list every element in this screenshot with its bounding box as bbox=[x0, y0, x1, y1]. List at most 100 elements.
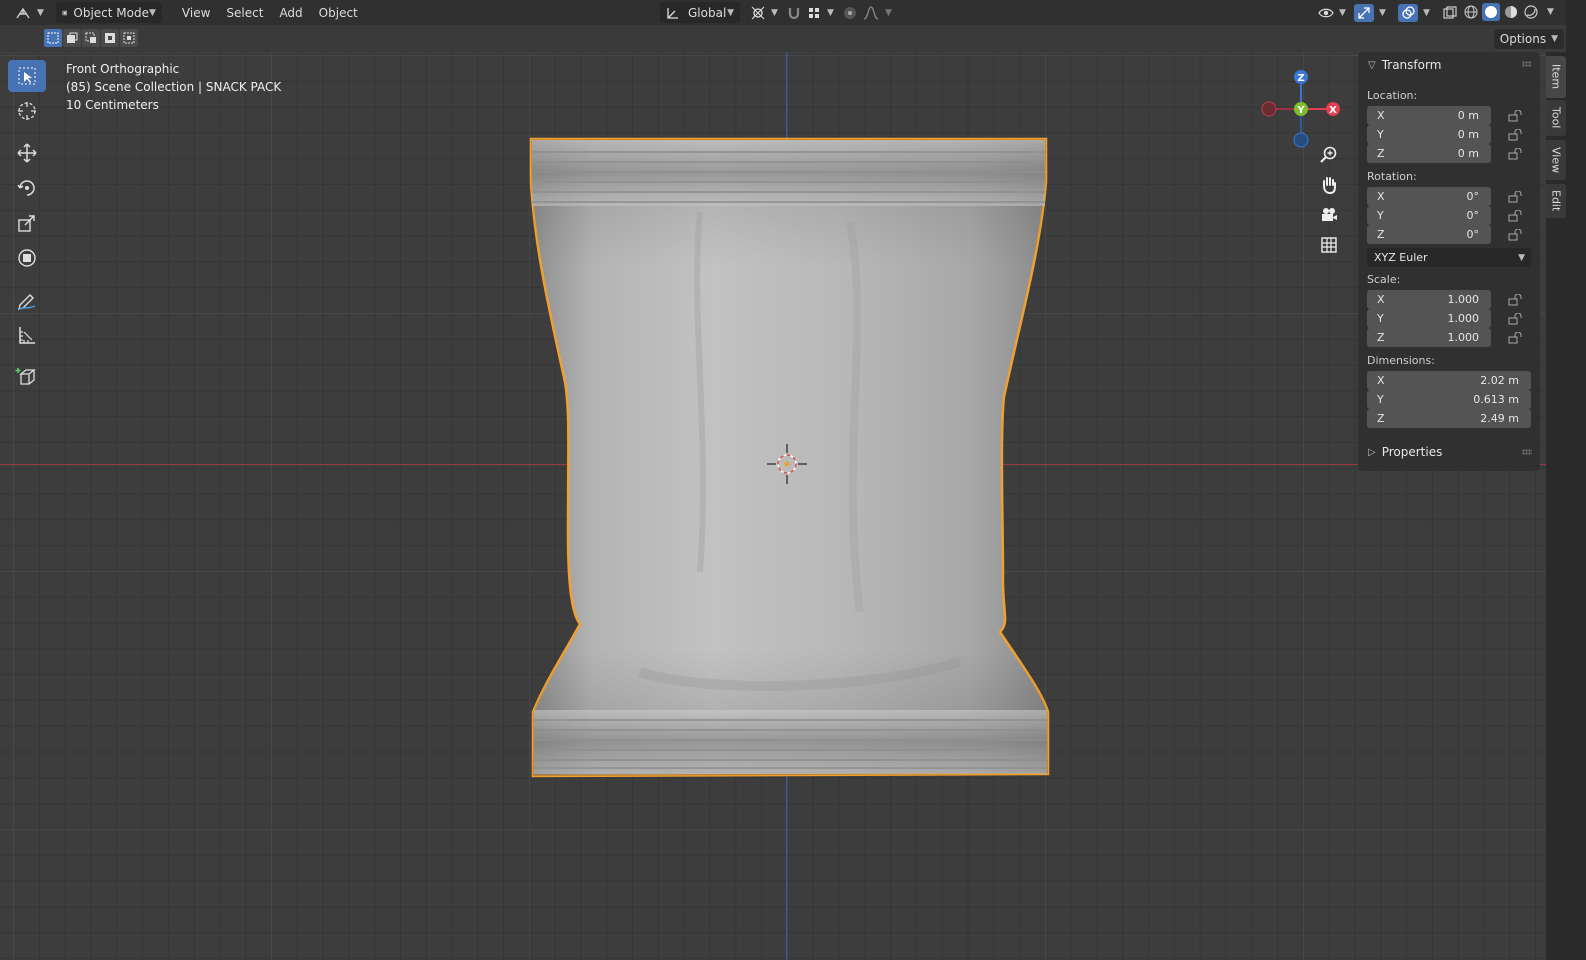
wireframe-shading-button[interactable] bbox=[1462, 3, 1480, 21]
gizmo-y-label: Y bbox=[1296, 105, 1305, 116]
sidebar-tabs: Item Tool View Edit bbox=[1546, 52, 1566, 960]
snap-group[interactable]: ▼ bbox=[780, 2, 840, 23]
editor-type-button[interactable]: ▼ bbox=[8, 2, 50, 23]
rotation-y-field[interactable]: Y 0° bbox=[1367, 206, 1491, 225]
axis-label: Z bbox=[1377, 331, 1385, 344]
navigation-gizmo[interactable]: Z X Y bbox=[1260, 60, 1342, 148]
rotation-x-field[interactable]: X 0° bbox=[1367, 187, 1491, 206]
axis-label: Z bbox=[1377, 228, 1385, 241]
rotate-tool[interactable] bbox=[8, 172, 46, 204]
ortho-toggle-button[interactable] bbox=[1314, 230, 1344, 260]
menu-view[interactable]: View bbox=[174, 6, 218, 20]
chevron-down-icon[interactable]: ▼ bbox=[1547, 7, 1554, 21]
lock-icon[interactable] bbox=[1508, 110, 1522, 122]
axis-label: Z bbox=[1377, 147, 1385, 160]
select-intersect-button[interactable] bbox=[120, 29, 138, 47]
zoom-button[interactable] bbox=[1314, 140, 1344, 170]
tab-view[interactable]: View bbox=[1546, 140, 1566, 180]
location-y-field[interactable]: Y 0 m bbox=[1367, 125, 1491, 144]
navigation-buttons bbox=[1314, 140, 1344, 260]
rendered-shading-button[interactable] bbox=[1522, 3, 1540, 21]
field-value: 0.613 m bbox=[1473, 393, 1519, 406]
hand-icon bbox=[1323, 177, 1336, 195]
axis-label: X bbox=[1377, 293, 1385, 306]
dimensions-z-field[interactable]: Z 2.49 m bbox=[1367, 409, 1531, 428]
lock-icon[interactable] bbox=[1508, 229, 1522, 241]
orientation-dropdown[interactable]: Global ▼ bbox=[660, 2, 740, 23]
selection-mode-buttons bbox=[44, 29, 138, 47]
dimensions-y-field[interactable]: Y 0.613 m bbox=[1367, 390, 1531, 409]
falloff-curve-icon bbox=[863, 5, 879, 20]
tab-item[interactable]: Item bbox=[1546, 56, 1566, 98]
options-dropdown[interactable]: Options ▼ bbox=[1493, 29, 1564, 49]
snap-increment-icon bbox=[809, 7, 819, 18]
properties-header[interactable]: ▷ Properties bbox=[1358, 440, 1540, 462]
camera-view-button[interactable] bbox=[1314, 200, 1344, 230]
lock-icon[interactable] bbox=[1508, 332, 1522, 344]
wireframe-sphere-icon bbox=[1464, 5, 1478, 19]
field-value: 0 m bbox=[1457, 128, 1479, 141]
tab-edit[interactable]: Edit bbox=[1546, 184, 1566, 218]
menu-add[interactable]: Add bbox=[271, 6, 310, 20]
add-cube-tool[interactable] bbox=[8, 361, 46, 393]
scale-x-field[interactable]: X 1.000 bbox=[1367, 290, 1491, 309]
xray-toggle[interactable] bbox=[1436, 2, 1464, 23]
axis-label: X bbox=[1377, 374, 1385, 387]
lock-icon[interactable] bbox=[1508, 210, 1522, 222]
gizmo-toggle[interactable]: ▼ bbox=[1348, 2, 1392, 23]
select-invert-button[interactable] bbox=[101, 29, 119, 47]
select-subtract-button[interactable] bbox=[82, 29, 100, 47]
rotation-mode-dropdown[interactable]: XYZ Euler ▼ bbox=[1367, 248, 1531, 267]
field-value: 2.02 m bbox=[1480, 374, 1519, 387]
location-x-field[interactable]: X 0 m bbox=[1367, 106, 1491, 125]
menu-select[interactable]: Select bbox=[218, 6, 271, 20]
add-cube-icon bbox=[15, 368, 36, 385]
overlays-toggle[interactable]: ▼ bbox=[1392, 2, 1436, 23]
proportional-editing-group[interactable]: ▼ bbox=[836, 2, 898, 23]
measure-tool[interactable] bbox=[8, 319, 46, 351]
3d-viewport[interactable]: Front Orthographic (85) Scene Collection… bbox=[0, 52, 1546, 960]
chevron-down-icon: ▼ bbox=[827, 7, 834, 18]
visibility-dropdown[interactable]: ▼ bbox=[1312, 2, 1352, 23]
select-box-tool[interactable] bbox=[8, 60, 46, 92]
lock-icon[interactable] bbox=[1508, 191, 1522, 203]
rotation-z-field[interactable]: Z 0° bbox=[1367, 225, 1491, 244]
xray-icon bbox=[1443, 5, 1457, 19]
lock-icon[interactable] bbox=[1508, 313, 1522, 325]
pan-button[interactable] bbox=[1314, 170, 1344, 200]
lock-icon[interactable] bbox=[1508, 148, 1522, 160]
tab-item-label: Item bbox=[1549, 64, 1563, 90]
transform-panel: ▽ Transform Location: X 0 m Y 0 m Z 0 m Rot… bbox=[1358, 52, 1540, 471]
annotate-tool[interactable] bbox=[8, 284, 46, 316]
dimensions-x-field[interactable]: X 2.02 m bbox=[1367, 371, 1531, 390]
select-extend-button[interactable] bbox=[63, 29, 81, 47]
grid-scale: 10 Centimeters bbox=[66, 98, 159, 112]
menu-object[interactable]: Object bbox=[311, 6, 366, 20]
select-new-icon bbox=[47, 32, 59, 44]
zoom-magnifier-icon bbox=[1320, 146, 1337, 163]
overlays-toggle-bg bbox=[1398, 3, 1418, 22]
pivot-dropdown[interactable]: ▼ bbox=[744, 2, 784, 23]
select-box-icon bbox=[18, 67, 36, 85]
solid-sphere-icon bbox=[1485, 6, 1497, 18]
mode-dropdown[interactable]: Object Mode ▼ bbox=[55, 2, 162, 23]
cursor-tool[interactable] bbox=[8, 95, 46, 127]
scale-tool[interactable] bbox=[8, 207, 46, 239]
scale-z-field[interactable]: Z 1.000 bbox=[1367, 328, 1491, 347]
lock-icon[interactable] bbox=[1508, 294, 1522, 306]
move-tool[interactable] bbox=[8, 137, 46, 169]
scale-y-field[interactable]: Y 1.000 bbox=[1367, 309, 1491, 328]
axis-label: Y bbox=[1377, 209, 1384, 222]
transform-header[interactable]: ▽ Transform bbox=[1368, 58, 1441, 72]
drag-grip-icon[interactable] bbox=[1522, 61, 1532, 67]
material-shading-button[interactable] bbox=[1502, 3, 1520, 21]
lock-icon[interactable] bbox=[1508, 129, 1522, 141]
solid-shading-button[interactable] bbox=[1482, 3, 1500, 21]
orientation-label: Global bbox=[688, 5, 727, 20]
drag-grip-icon[interactable] bbox=[1522, 449, 1532, 455]
tab-tool[interactable]: Tool bbox=[1546, 100, 1566, 136]
transform-tool[interactable] bbox=[8, 242, 46, 274]
select-new-button[interactable] bbox=[44, 29, 62, 47]
location-z-field[interactable]: Z 0 m bbox=[1367, 144, 1491, 163]
axis-label: X bbox=[1377, 109, 1385, 122]
